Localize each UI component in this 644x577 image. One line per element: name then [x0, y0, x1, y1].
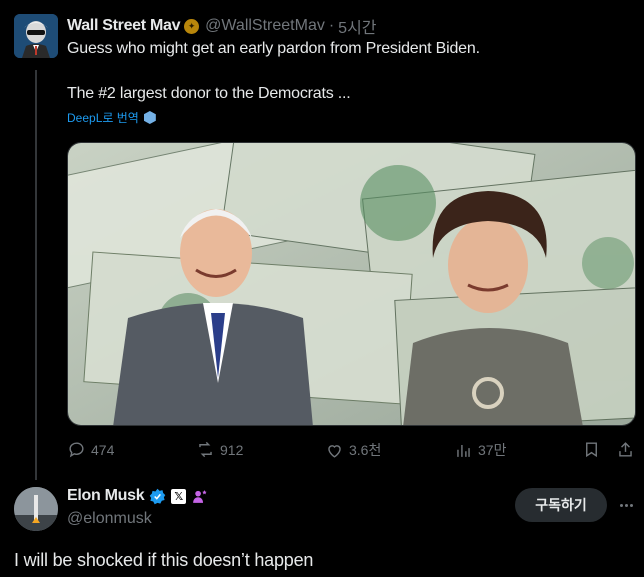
- views-action[interactable]: 37만: [454, 440, 506, 460]
- reply-author-name[interactable]: Elon Musk: [67, 487, 145, 505]
- tweet-text-line-1: Guess who might get an early pardon from…: [67, 40, 480, 57]
- translate-label[interactable]: DeepL로 번역: [67, 109, 139, 126]
- repost-icon: [199, 441, 212, 458]
- like-action[interactable]: 3.6천: [325, 440, 381, 460]
- share-icon: [619, 442, 632, 457]
- thread-connector-line: [35, 70, 37, 480]
- reply-author-row: Elon Musk 𝕏: [67, 487, 208, 505]
- tweet-text-line-2: The #2 largest donor to the Democrats ..…: [67, 85, 351, 102]
- more-options-icon[interactable]: [616, 495, 636, 515]
- deepl-hex-icon: [143, 111, 156, 124]
- tweet-timestamp[interactable]: 5시간: [338, 14, 376, 38]
- subscribe-button[interactable]: 구독하기: [515, 488, 607, 522]
- gold-verified-badge-icon[interactable]: ✦: [184, 18, 200, 34]
- elonmusk-avatar[interactable]: [14, 487, 58, 531]
- share-button[interactable]: [616, 440, 635, 459]
- repost-count: 912: [220, 441, 244, 458]
- repost-action[interactable]: 912: [196, 440, 243, 459]
- translate-link[interactable]: DeepL로 번역: [67, 109, 156, 126]
- tweet-actions-bar: 474 912 3.6천 37만: [67, 440, 636, 462]
- reply-bubble-icon: [69, 442, 84, 458]
- heart-icon: [328, 444, 341, 458]
- reply-author-handle[interactable]: @elonmusk: [67, 510, 152, 528]
- views-chart-icon: [457, 444, 470, 457]
- reply-action[interactable]: 474: [67, 440, 114, 459]
- like-count: 3.6천: [349, 442, 382, 458]
- author-name[interactable]: Wall Street Mav: [67, 17, 180, 35]
- reply-text: I will be shocked if this doesn’t happen: [14, 550, 314, 570]
- tweet-media-image[interactable]: [67, 142, 636, 426]
- author-handle[interactable]: @WallStreetMav: [205, 17, 325, 35]
- reply-count: 474: [91, 441, 115, 458]
- views-count: 37만: [478, 442, 507, 458]
- separator-dot: ·: [328, 17, 335, 34]
- tweet-header: Wall Street Mav ✦ @WallStreetMav · 5시간: [67, 14, 377, 38]
- x-affiliation-badge-icon[interactable]: 𝕏: [171, 488, 187, 504]
- bookmark-button[interactable]: [582, 440, 601, 459]
- wallstreetmav-avatar[interactable]: [14, 14, 58, 58]
- verified-badge-icon[interactable]: [149, 488, 166, 505]
- affiliate-person-icon[interactable]: [191, 488, 208, 505]
- bookmark-icon: [586, 442, 597, 458]
